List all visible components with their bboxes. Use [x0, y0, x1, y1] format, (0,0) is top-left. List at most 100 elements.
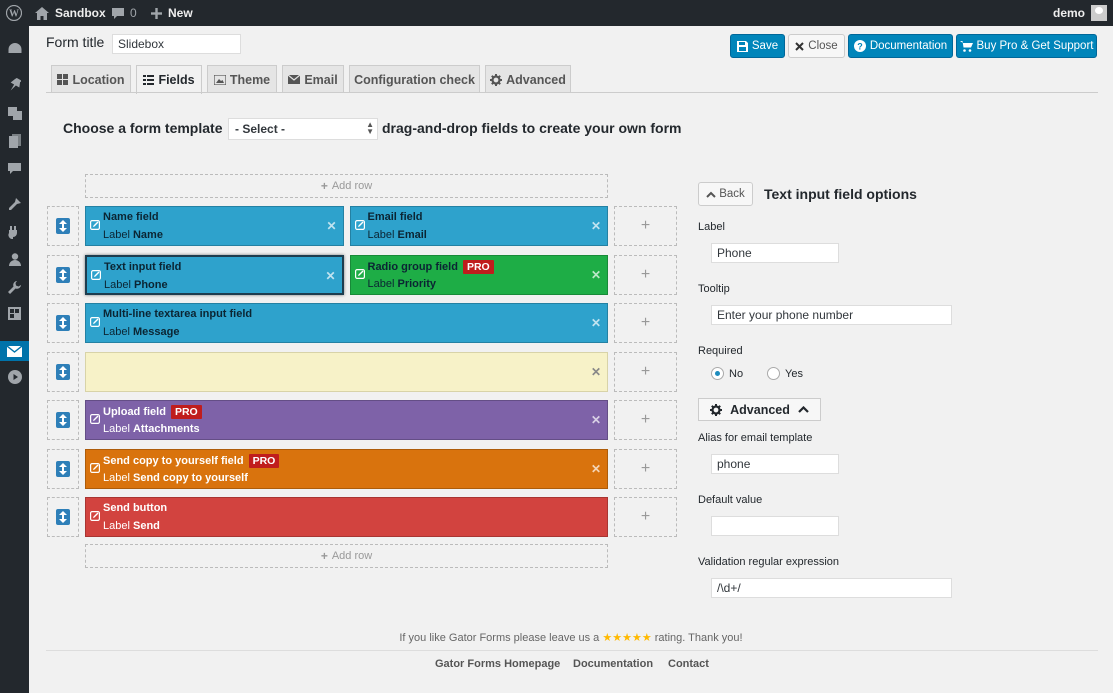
footer-link-contact[interactable]: Contact [668, 658, 709, 670]
row-drag-handle[interactable] [47, 303, 79, 343]
form-field[interactable]: Send button Label Send [85, 497, 608, 537]
rating-stars-icon[interactable]: ★★★★★ [602, 632, 651, 644]
close-button[interactable]: Close [788, 34, 845, 58]
edit-icon[interactable] [91, 270, 101, 280]
form-field[interactable]: Name field Label Name ✕ [85, 206, 344, 246]
form-field[interactable]: Send copy to yourself field PRO Label Send… [85, 449, 608, 489]
row-drag-handle[interactable] [47, 255, 79, 295]
add-column-button[interactable]: + [614, 352, 677, 392]
buy-pro-button[interactable]: Buy Pro & Get Support [956, 34, 1097, 58]
form-field[interactable]: Text input field Label Phone ✕ [85, 255, 344, 295]
site-name-link[interactable]: Sandbox [35, 0, 106, 26]
regex-input[interactable] [711, 578, 952, 598]
save-button[interactable]: Save [730, 34, 785, 58]
add-column-button[interactable]: + [614, 206, 677, 246]
pro-badge: PRO [170, 405, 202, 419]
plugins-icon[interactable] [0, 221, 29, 243]
appearance-icon[interactable] [0, 193, 29, 215]
dashboard-icon[interactable] [0, 37, 29, 59]
alias-input[interactable] [711, 454, 839, 474]
required-yes-radio[interactable]: Yes [767, 367, 803, 380]
row-drag-handle[interactable] [47, 400, 79, 440]
footer-link-documentation[interactable]: Documentation [573, 658, 653, 670]
edit-icon[interactable] [90, 463, 100, 473]
pages-icon[interactable] [0, 130, 29, 152]
admin-bar: W Sandbox 0 New demo [0, 0, 1113, 26]
form-field[interactable]: ✕ [85, 352, 608, 392]
field-label-value: Send copy to yourself [132, 472, 248, 484]
tooltip-input[interactable] [711, 305, 952, 325]
form-title-input[interactable] [112, 34, 241, 54]
media-icon[interactable] [0, 102, 29, 124]
default-value-input[interactable] [711, 516, 839, 536]
form-field[interactable]: Upload field PRO Label Attachments ✕ [85, 400, 608, 440]
posts-pin-icon[interactable] [0, 74, 29, 96]
comments-link[interactable]: 0 [111, 0, 137, 26]
remove-field-icon[interactable]: ✕ [326, 219, 336, 233]
comments-icon[interactable] [0, 158, 29, 180]
add-column-button[interactable]: + [614, 303, 677, 343]
drag-arrows-icon [56, 315, 70, 331]
picture-icon [213, 74, 226, 85]
remove-field-icon[interactable]: ✕ [591, 316, 601, 330]
required-no-label: No [729, 367, 744, 380]
users-icon[interactable] [0, 248, 29, 270]
tools-wrench-icon[interactable] [0, 276, 29, 298]
gator-forms-mail-icon[interactable] [0, 341, 29, 361]
remove-field-icon[interactable]: ✕ [591, 365, 601, 379]
edit-icon[interactable] [354, 220, 365, 230]
add-column-button[interactable]: + [614, 400, 677, 440]
row-drag-handle[interactable] [47, 206, 79, 246]
user-menu[interactable]: demo [1053, 0, 1107, 26]
add-column-button[interactable]: + [614, 255, 677, 295]
form-field[interactable]: Multi-line textarea input field Label Mes… [85, 303, 608, 343]
edit-icon[interactable] [354, 269, 365, 279]
edit-icon[interactable] [90, 317, 100, 327]
row-drag-handle[interactable] [47, 497, 79, 537]
template-select[interactable]: - Select - ▲ ▼ [228, 118, 378, 140]
wordpress-logo-icon[interactable]: W [6, 0, 22, 26]
settings-grid-icon[interactable] [0, 302, 29, 324]
avatar [1091, 5, 1107, 21]
remove-field-icon[interactable]: ✕ [591, 268, 601, 282]
edit-icon[interactable] [90, 220, 100, 230]
advanced-toggle-button[interactable]: Advanced [698, 398, 821, 421]
edit-icon[interactable] [90, 414, 100, 424]
remove-field-icon[interactable]: ✕ [591, 462, 601, 476]
remove-field-icon[interactable]: ✕ [591, 219, 601, 233]
field-label-value: Phone [133, 279, 168, 291]
pro-badge: PRO [248, 454, 280, 468]
drag-arrows-icon [56, 364, 70, 380]
plus-icon [151, 7, 162, 19]
back-button[interactable]: Back [698, 182, 753, 206]
add-row-button-bottom[interactable]: + Add row [85, 544, 608, 568]
user-name: demo [1052, 6, 1085, 20]
remove-field-icon[interactable]: ✕ [325, 269, 335, 283]
required-no-radio[interactable]: No [711, 367, 743, 380]
form-field[interactable]: Radio group field PRO Label Priority ✕ [349, 255, 608, 295]
row-drag-handle[interactable] [47, 449, 79, 489]
footer-link-homepage[interactable]: Gator Forms Homepage [435, 658, 560, 670]
form-field[interactable]: Email field Label Email ✕ [349, 206, 608, 246]
row-drag-handle[interactable] [47, 352, 79, 392]
add-column-button[interactable]: + [614, 497, 677, 537]
documentation-button[interactable]: ? Documentation [848, 34, 953, 58]
label-prefix: Label [103, 229, 130, 241]
tab-fields[interactable]: Fields [136, 65, 202, 94]
field-title: Name field [103, 211, 159, 223]
play-circle-icon[interactable] [0, 366, 29, 388]
drag-arrows-icon [56, 218, 70, 234]
tab-theme[interactable]: Theme [207, 65, 277, 93]
home-icon [35, 6, 49, 20]
edit-icon[interactable] [90, 511, 100, 521]
tab-configuration-check[interactable]: Configuration check [349, 65, 480, 93]
tab-location[interactable]: Location [51, 65, 131, 93]
new-content-link[interactable]: New [151, 0, 193, 26]
comments-count: 0 [130, 6, 137, 20]
tab-advanced[interactable]: Advanced [485, 65, 571, 93]
remove-field-icon[interactable]: ✕ [591, 413, 601, 427]
label-input[interactable] [711, 243, 839, 263]
add-column-button[interactable]: + [614, 449, 677, 489]
add-row-button-top[interactable]: + Add row [85, 174, 608, 198]
tab-email[interactable]: Email [282, 65, 344, 93]
